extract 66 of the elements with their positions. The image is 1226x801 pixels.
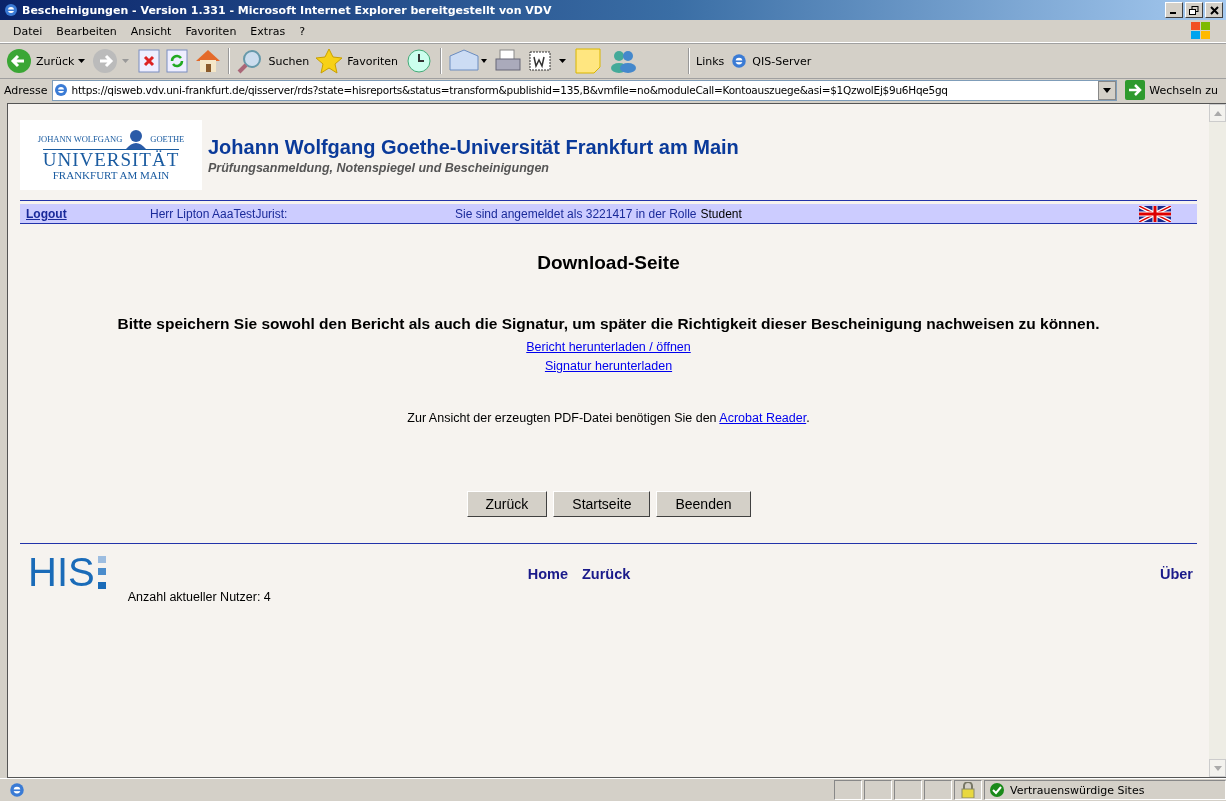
down-arrow-icon <box>1213 765 1222 771</box>
status-panel <box>834 780 862 800</box>
close-icon <box>1209 5 1219 15</box>
page-heading: Download-Seite <box>537 252 680 274</box>
close-button[interactable] <box>1205 2 1223 18</box>
people-icon[interactable] <box>608 48 639 74</box>
windows-flag-icon <box>1190 21 1212 41</box>
stop-icon[interactable] <box>138 49 161 73</box>
search-button[interactable]: Suchen <box>236 48 310 74</box>
status-panel <box>864 780 892 800</box>
download-link[interactable]: Signatur herunterladen <box>544 358 673 373</box>
printer-icon[interactable] <box>494 48 523 74</box>
menu-item[interactable]: Ansicht <box>123 24 179 38</box>
up-arrow-icon <box>1213 110 1222 116</box>
lock-icon <box>961 782 975 798</box>
address-label: Adresse <box>4 83 48 97</box>
dropdown-button[interactable] <box>1098 80 1117 100</box>
menu-item[interactable]: Datei <box>6 24 50 38</box>
word-document-icon[interactable] <box>528 48 569 74</box>
page-e-icon <box>8 781 26 799</box>
security-zone: Vertrauenswürdige Sites <box>1010 783 1145 797</box>
page-button[interactable]: Beenden <box>656 490 751 517</box>
about-link[interactable]: Über <box>1159 565 1193 582</box>
his-logo: HIS <box>28 551 108 592</box>
user-count: Anzahl aktueller Nutzer: 4 <box>127 589 272 604</box>
refresh-icon[interactable] <box>166 49 189 73</box>
login-info: Sie sind angemeldet als 3221417 in der Rolle <box>455 206 697 221</box>
mail-icon[interactable] <box>448 48 489 74</box>
caret-icon <box>1103 87 1112 93</box>
page-button[interactable]: Startseite <box>553 490 651 517</box>
check-icon <box>990 783 1004 797</box>
address-field[interactable]: https://qisweb.vdv.uni-frankfurt.de/qisserver/rds?state=hisreports&status=transform&publishid=135,B&vmfile=no&moduleCall=Kontoauszuege&asi=$1QzwolEj$9u6Hqe5gq <box>51 79 1118 101</box>
menu-item[interactable]: Extras <box>243 24 293 38</box>
browser-e-icon <box>730 52 749 70</box>
restore-icon <box>1189 5 1199 15</box>
back-button[interactable]: Zurück <box>6 48 87 74</box>
browser-e-icon <box>3 2 19 18</box>
uk-flag-icon[interactable] <box>1139 205 1171 222</box>
menu-item[interactable]: Favoriten <box>178 24 244 38</box>
university-title: Johann Wolfgang Goethe-Universität Frankfurt am Main <box>208 135 739 159</box>
user-name: Herr Lipton AaaTestJurist: <box>150 206 289 221</box>
footer-link[interactable]: Zurück <box>582 565 631 582</box>
links-label: Links <box>696 54 725 68</box>
menu-item[interactable]: Bearbeiten <box>49 24 124 38</box>
star-icon <box>315 48 344 74</box>
logout-link[interactable]: Logout <box>26 206 150 221</box>
caret-icon <box>78 58 87 64</box>
download-link[interactable]: Bericht herunterladen / öffnen <box>526 339 691 354</box>
go-button[interactable]: Wechseln zu <box>1121 80 1222 100</box>
footer-link[interactable]: Home <box>527 565 568 582</box>
page-e-icon <box>52 82 69 98</box>
menu-item[interactable]: ? <box>292 24 312 38</box>
status-panel <box>894 780 922 800</box>
restore-button[interactable] <box>1185 2 1203 18</box>
favorites-button[interactable]: Favoriten <box>315 48 399 74</box>
minimize-button[interactable] <box>1165 2 1183 18</box>
qis-server-link[interactable]: QIS-Server <box>730 52 812 70</box>
acrobat-reader-link[interactable]: Acrobat Reader <box>719 410 807 425</box>
page-button[interactable]: Zurück <box>466 490 548 517</box>
university-logo: JOHANN WOLFGANG GOETHE UNIVERSITÄT FRANKFURT AM MAIN <box>20 120 202 190</box>
reader-note: Zur Ansicht der erzeugten PDF-Datei benötigen Sie den Acrobat Reader. <box>407 410 810 425</box>
status-panel <box>924 780 952 800</box>
window-title: Bescheinigungen - Version 1.331 - Microsoft Internet Explorer bereitgestellt von VDV <box>22 3 553 17</box>
role-label: Student <box>700 206 742 221</box>
instruction-text: Bitte speichern Sie sowohl den Bericht als auch die Signatur, um später die Richtigkeit dieser Bescheinigung nachweisen zu können. <box>116 314 1101 334</box>
subtitle: Prüfungsanmeldung, Notenspiegel und Bescheinigungen <box>208 160 550 175</box>
